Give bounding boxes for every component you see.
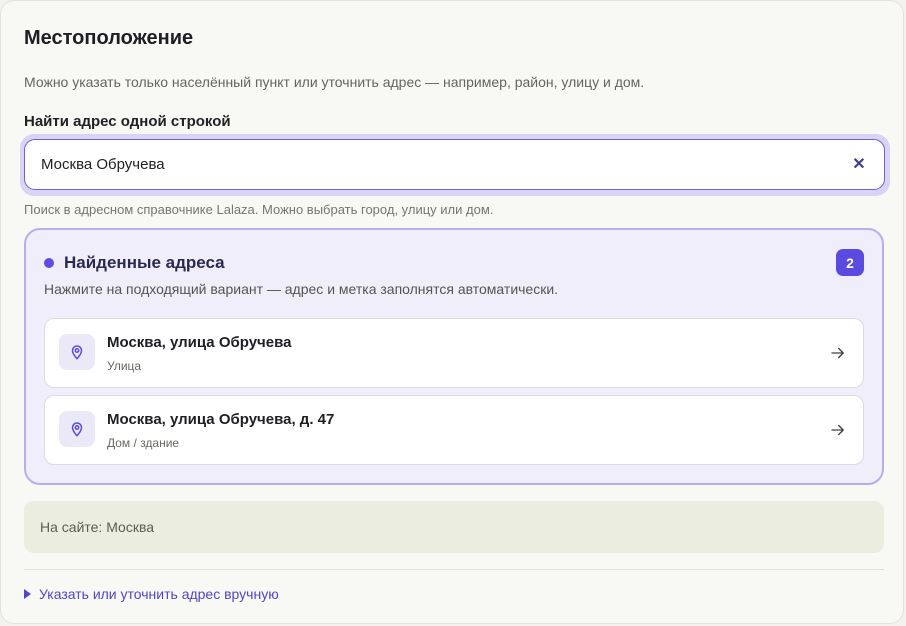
search-input-value[interactable]: Москва Обручева [41, 156, 165, 173]
section-title: Местоположение [24, 27, 194, 49]
manual-address-label[interactable]: Указать или уточнить адрес вручную [39, 586, 279, 602]
divider [24, 569, 884, 570]
found-addresses-title: Найденные адреса [64, 253, 225, 272]
address-suggestion-type: Улица [107, 359, 142, 373]
found-addresses-count-badge: 2 [836, 249, 864, 276]
map-pin-icon [59, 334, 95, 370]
address-suggestion[interactable]: Москва, улица Обручева Улица [44, 318, 864, 388]
arrow-right-icon [831, 424, 844, 436]
search-input[interactable]: Москва Обручева ✕ [24, 139, 885, 190]
close-icon[interactable]: ✕ [852, 154, 865, 174]
section-description: Можно указать только населённый пункт ил… [24, 74, 645, 90]
arrow-right-icon [831, 347, 844, 359]
clear-search-button[interactable]: ✕ [846, 151, 872, 177]
found-addresses-panel: Найденные адреса 2 Нажмите на подходящий… [24, 228, 884, 485]
site-location-box: На сайте: Москва [24, 501, 884, 553]
map-pin-icon [59, 411, 95, 447]
site-location-text: На сайте: Москва [40, 519, 155, 535]
found-addresses-subtitle: Нажмите на подходящий вариант — адрес и … [44, 281, 559, 297]
status-dot-icon [44, 258, 54, 268]
triangle-right-icon [24, 589, 31, 599]
address-suggestion-type: Дом / здание [107, 436, 180, 450]
search-hint: Поиск в адресном справочнике Lalaza. Мож… [24, 202, 494, 217]
search-input-focus-ring: Москва Обручева ✕ [20, 134, 890, 196]
manual-address-toggle[interactable]: Указать или уточнить адрес вручную [24, 586, 279, 602]
search-label: Найти адрес одной строкой [24, 113, 231, 130]
address-suggestion-title: Москва, улица Обручева [107, 334, 292, 351]
address-suggestion[interactable]: Москва, улица Обручева, д. 47 Дом / здан… [44, 395, 864, 465]
location-card: Местоположение Можно указать только насе… [0, 0, 904, 624]
address-suggestion-title: Москва, улица Обручева, д. 47 [107, 411, 335, 428]
